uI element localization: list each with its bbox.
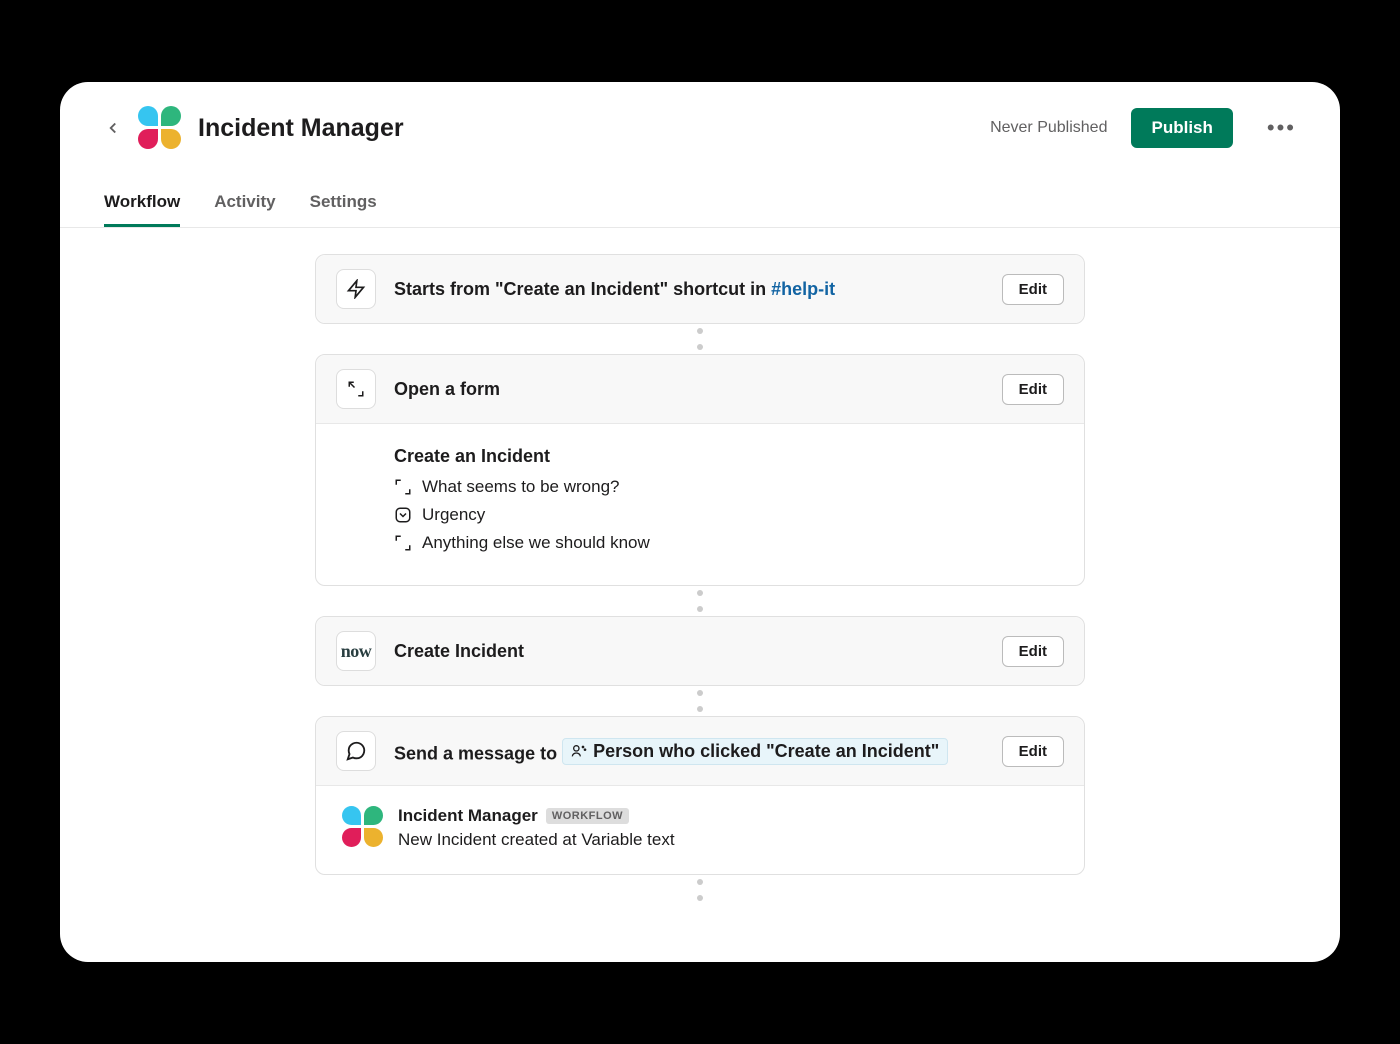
workflow-badge: WORKFLOW <box>546 808 629 824</box>
connector <box>699 686 701 716</box>
message-content: Incident Manager WORKFLOW New Incident c… <box>398 806 1058 850</box>
message-title-prefix: Send a message to <box>394 743 562 763</box>
form-field: What seems to be wrong? <box>394 477 1006 497</box>
step-open-form: Open a form Edit Create an Incident What… <box>315 354 1085 586</box>
field-label: Anything else we should know <box>422 533 650 553</box>
edit-button[interactable]: Edit <box>1002 274 1064 305</box>
edit-button[interactable]: Edit <box>1002 374 1064 405</box>
step-create-incident: now Create Incident Edit <box>315 616 1085 686</box>
header: Incident Manager Never Published Publish… <box>60 82 1340 150</box>
variable-pill[interactable]: Person who clicked "Create an Incident" <box>562 738 948 765</box>
user-variable-icon <box>571 743 587 759</box>
message-header: Incident Manager WORKFLOW <box>398 806 1058 826</box>
lightning-icon <box>336 269 376 309</box>
edit-button[interactable]: Edit <box>1002 736 1064 767</box>
form-name: Create an Incident <box>394 446 1006 467</box>
message-preview: Incident Manager WORKFLOW New Incident c… <box>316 785 1084 874</box>
form-field: Urgency <box>394 505 1006 525</box>
sender-name: Incident Manager <box>398 806 538 826</box>
tab-workflow[interactable]: Workflow <box>104 180 180 227</box>
edit-button[interactable]: Edit <box>1002 636 1064 667</box>
step-header: Open a form Edit <box>316 355 1084 423</box>
step-send-message: Send a message to Person who clicked "Cr… <box>315 716 1085 875</box>
servicenow-icon: now <box>336 631 376 671</box>
tab-activity[interactable]: Activity <box>214 180 275 227</box>
step-title: Create Incident <box>394 641 984 662</box>
tabs: Workflow Activity Settings <box>60 180 1340 228</box>
field-label: Urgency <box>422 505 485 525</box>
select-field-icon <box>394 506 412 524</box>
step-title: Send a message to Person who clicked "Cr… <box>394 738 984 765</box>
back-icon[interactable] <box>104 119 122 137</box>
more-menu-icon[interactable]: ••• <box>1267 115 1296 141</box>
form-icon <box>336 369 376 409</box>
step-header: Send a message to Person who clicked "Cr… <box>316 717 1084 785</box>
connector <box>699 324 701 354</box>
sender-avatar <box>342 806 384 848</box>
workflow-logo <box>138 106 182 150</box>
text-field-icon <box>394 534 412 552</box>
connector <box>699 875 701 905</box>
field-label: What seems to be wrong? <box>422 477 619 497</box>
publish-status: Never Published <box>990 119 1107 137</box>
step-header: now Create Incident Edit <box>316 617 1084 685</box>
page-title: Incident Manager <box>198 114 404 143</box>
step-title: Starts from "Create an Incident" shortcu… <box>394 279 984 300</box>
trigger-text: Starts from "Create an Incident" shortcu… <box>394 279 771 299</box>
step-header: Starts from "Create an Incident" shortcu… <box>316 255 1084 323</box>
text-field-icon <box>394 478 412 496</box>
tab-settings[interactable]: Settings <box>310 180 377 227</box>
message-icon <box>336 731 376 771</box>
variable-label: Person who clicked "Create an Incident" <box>593 741 939 762</box>
publish-button[interactable]: Publish <box>1131 108 1232 148</box>
workflow-builder-window: Incident Manager Never Published Publish… <box>60 82 1340 962</box>
connector <box>699 586 701 616</box>
step-body: Create an Incident What seems to be wron… <box>316 423 1084 585</box>
channel-link[interactable]: #help-it <box>771 279 835 299</box>
workflow-canvas: Starts from "Create an Incident" shortcu… <box>60 228 1340 962</box>
message-text: New Incident created at Variable text <box>398 830 1058 850</box>
form-field: Anything else we should know <box>394 533 1006 553</box>
step-title: Open a form <box>394 379 984 400</box>
step-trigger: Starts from "Create an Incident" shortcu… <box>315 254 1085 324</box>
